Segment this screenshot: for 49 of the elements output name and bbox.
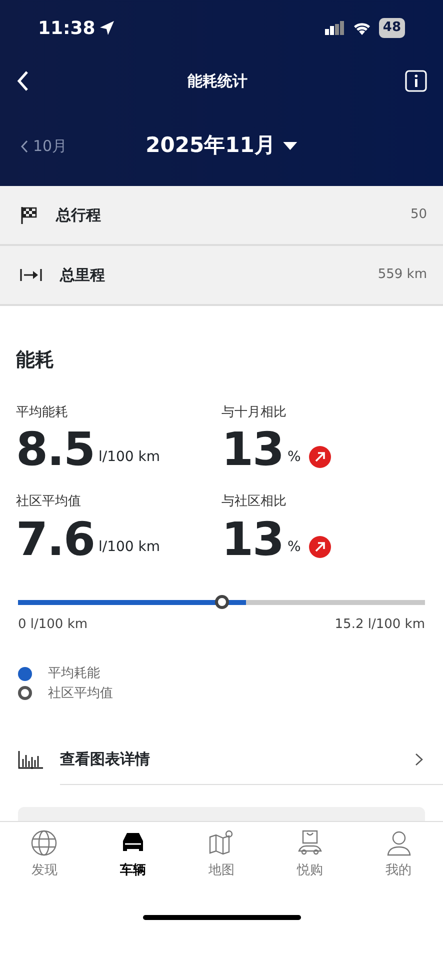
- tab-bar-item[interactable]: 悦购: [266, 822, 354, 887]
- legend-ring: [18, 686, 32, 700]
- shop-icon: [296, 828, 324, 857]
- tab-bar-item[interactable]: 发现: [0, 822, 89, 887]
- wifi-icon: [352, 21, 371, 35]
- person-icon: [384, 828, 413, 857]
- month-selector[interactable]: 2025年11月: [146, 130, 298, 162]
- stat-value: 13: [222, 516, 284, 562]
- page-title: 能耗统计: [188, 70, 248, 92]
- back-icon[interactable]: [16, 70, 30, 92]
- section-title: 能耗: [16, 348, 55, 373]
- scale-min-label: 0 l/100 km: [18, 616, 88, 634]
- signal-icon: [324, 21, 345, 35]
- bar-chart-icon: [18, 750, 43, 768]
- stat-value: 8.5: [16, 426, 94, 472]
- previous-month-button[interactable]: 10月: [20, 134, 68, 158]
- chevron-right-icon: [415, 753, 423, 766]
- stat-unit: %: [288, 448, 301, 467]
- stat-label: 社区平均值: [16, 493, 82, 511]
- tab-bar-item[interactable]: 地图: [177, 822, 266, 887]
- stat-label: 平均能耗: [16, 404, 69, 422]
- caret-icon: [283, 142, 298, 150]
- stat-value: 13: [222, 426, 284, 472]
- location-arrow-icon: [99, 20, 116, 36]
- row-value: 559 km: [378, 266, 427, 284]
- stat-label: 与十月相比: [222, 404, 288, 422]
- tab-bar-item[interactable]: 我的: [354, 822, 443, 887]
- stat-unit: l/100 km: [98, 448, 160, 467]
- info-icon[interactable]: [405, 70, 427, 92]
- scale-max-label: 15.2 l/100 km: [334, 616, 425, 634]
- row-label: 总行程: [56, 204, 101, 226]
- stat-unit: l/100 km: [98, 538, 160, 556]
- map-icon: [207, 828, 236, 857]
- legend-label: 社区平均值: [48, 684, 113, 702]
- legend-dot: [18, 666, 32, 681]
- tab-bar-item[interactable]: 车辆: [88, 822, 178, 887]
- checkered-flag-icon: [20, 206, 38, 224]
- stat-label: 与社区相比: [222, 493, 288, 511]
- battery-level: 48: [378, 18, 405, 38]
- stat-value: 7.6: [16, 516, 94, 562]
- distance-arrow-icon: [20, 268, 42, 282]
- globe-icon: [30, 828, 58, 857]
- row-label: 总里程: [60, 264, 105, 286]
- stat-unit: %: [288, 538, 301, 556]
- legend-label: 平均耗能: [48, 665, 100, 683]
- chevron-left-icon: [20, 140, 29, 154]
- status-time: 11:38: [38, 16, 96, 40]
- row-value: 50: [410, 206, 427, 224]
- chart-details-link[interactable]: 查看图表详情: [60, 748, 443, 771]
